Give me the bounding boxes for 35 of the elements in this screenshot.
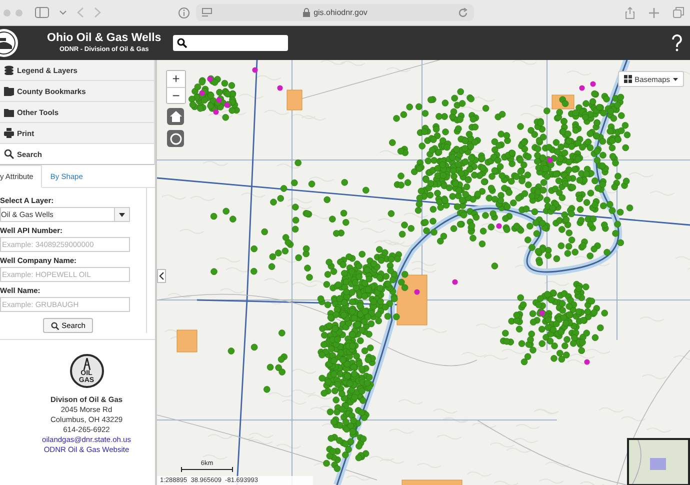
scale-bar-icon <box>181 467 233 472</box>
app-title: Ohio Oil & Gas Wells <box>47 32 162 45</box>
folder-icon <box>4 107 14 117</box>
back-icon[interactable] <box>77 7 84 18</box>
grid-icon <box>624 75 632 83</box>
help-icon[interactable] <box>670 34 684 52</box>
printer-icon <box>4 128 14 138</box>
share-icon[interactable] <box>625 6 635 18</box>
zoom-out-button[interactable]: − <box>167 87 185 103</box>
chevron-down-icon[interactable] <box>59 10 67 16</box>
reload-icon[interactable] <box>458 8 468 18</box>
tabs-overview-icon[interactable] <box>673 7 684 18</box>
search-icon <box>50 322 59 330</box>
search-icon <box>4 149 14 159</box>
overview-map[interactable] <box>627 438 690 485</box>
caret-icon <box>673 78 678 80</box>
search-icon <box>177 38 188 48</box>
locate-button[interactable] <box>167 130 184 147</box>
privacy-icon[interactable] <box>178 6 190 18</box>
database-icon <box>4 65 14 75</box>
chevron-left-icon <box>159 272 164 280</box>
search-field[interactable] <box>173 35 288 51</box>
address-bar[interactable]: gis.ohiodnr.gov <box>196 4 474 21</box>
circle-icon <box>170 132 182 144</box>
collapse-sidebar-button[interactable] <box>157 269 166 283</box>
reader-icon[interactable] <box>202 8 212 18</box>
map-drawing[interactable] <box>157 60 690 485</box>
home-button[interactable] <box>167 108 184 125</box>
sidebar-icon[interactable] <box>35 7 49 18</box>
lock-icon <box>302 8 310 17</box>
url-text: gis.ohiodnr.gov <box>314 8 368 17</box>
home-icon <box>170 111 182 122</box>
forward-icon[interactable] <box>94 7 101 18</box>
new-tab-icon[interactable] <box>649 8 659 18</box>
caret-icon <box>119 212 125 216</box>
